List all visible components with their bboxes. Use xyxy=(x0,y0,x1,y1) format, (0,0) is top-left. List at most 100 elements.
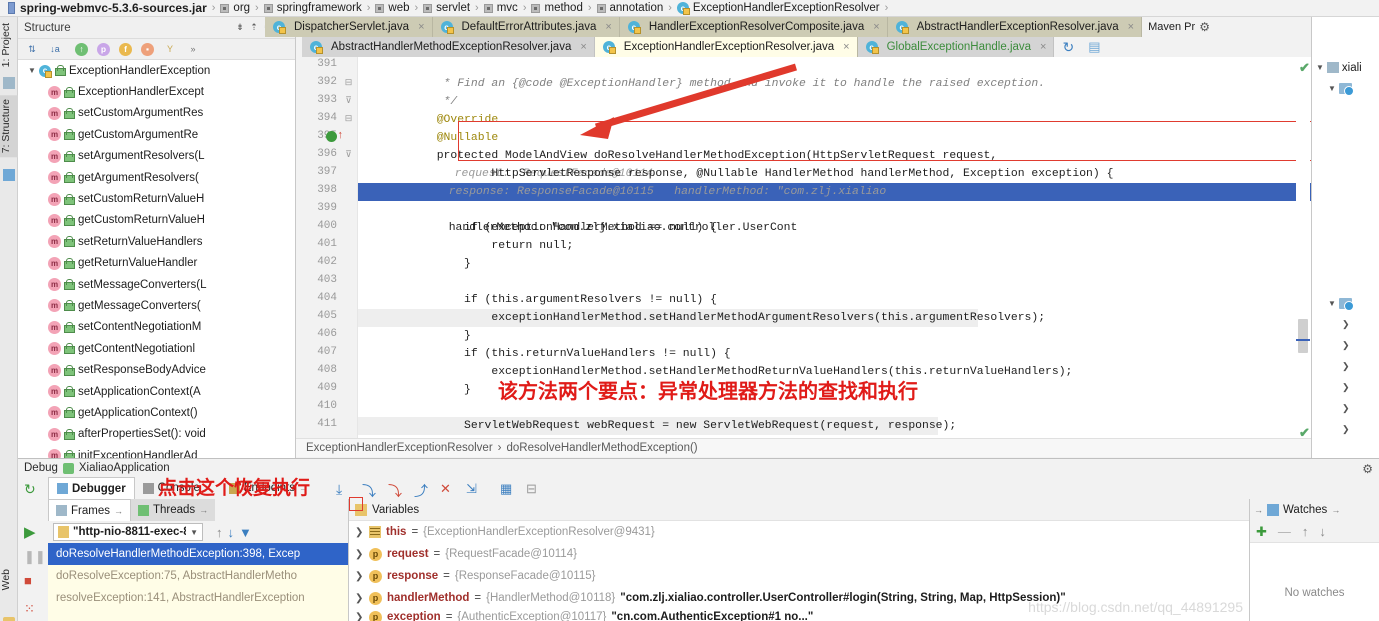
force-step-into-button[interactable]: ⤴ xyxy=(414,481,429,499)
chevron-right-icon[interactable]: ❯ xyxy=(355,571,364,582)
maven-tree-node[interactable]: ▼ xyxy=(1312,78,1379,99)
add-maven-project-icon[interactable]: ▤ xyxy=(1088,39,1100,55)
tab-threads[interactable]: Threads → xyxy=(130,499,216,521)
editor-tab-defaulterrorattributes[interactable]: c DefaultErrorAttributes.java × xyxy=(432,17,620,37)
method-run-gutter-icon[interactable] xyxy=(326,131,337,142)
breadcrumb-item-method[interactable]: method xyxy=(528,0,585,17)
run-to-cursor-button[interactable]: ⇲ xyxy=(466,481,481,496)
pin-icon[interactable]: → xyxy=(199,505,208,515)
stack-frame-row[interactable]: doResolveException:75, AbstractHandlerMe… xyxy=(48,565,348,587)
close-icon[interactable]: × xyxy=(1040,41,1046,53)
sort-alphabetically-icon[interactable]: ↓a xyxy=(48,42,62,56)
tree-node-method[interactable]: m getReturnValueHandler xyxy=(18,253,295,274)
tree-node-method[interactable]: m getContentNegotiationl xyxy=(18,338,295,359)
tree-node-method[interactable]: m setCustomArgumentRes xyxy=(18,103,295,124)
show-fields-icon[interactable]: f xyxy=(119,42,132,56)
move-up-icon[interactable]: ↑ xyxy=(1302,524,1309,539)
breadcrumb-item-annotation[interactable]: annotation xyxy=(594,0,667,17)
breadcrumb-item-springframework[interactable]: springframework xyxy=(261,0,365,17)
show-inherited-icon[interactable]: ↑ xyxy=(75,42,88,56)
pin-icon[interactable]: → xyxy=(114,506,123,516)
tree-node-root[interactable]: ▼ c ExceptionHandlerException xyxy=(18,60,295,81)
tree-node-method[interactable]: m setResponseBodyAdvice xyxy=(18,359,295,380)
tab-debugger[interactable]: Debugger xyxy=(48,477,135,499)
tab-frames[interactable]: Frames → xyxy=(48,499,131,521)
maven-tree-node[interactable]: ❯ xyxy=(1312,335,1379,356)
chevron-down-icon[interactable]: ▼ xyxy=(1328,299,1336,308)
chevron-right-icon[interactable]: ❯ xyxy=(1342,361,1350,372)
gear-icon[interactable]: ⚙ xyxy=(1362,462,1373,476)
fold-icon[interactable]: ⊽ xyxy=(343,149,354,160)
maven-tree[interactable]: ▼ xiali ▼ ▼ ❯ ❯ ❯ ❯ ❯ ❯ xyxy=(1312,57,1379,458)
thread-selector-dropdown[interactable]: "http-nio-8811-exec-8"... ▼ xyxy=(53,523,203,541)
variable-row[interactable]: ❯ p request = {RequestFacade@10114} xyxy=(349,543,1249,565)
tree-node-method[interactable]: m getArgumentResolvers( xyxy=(18,167,295,188)
variable-row[interactable]: ❯ p response = {ResponseFacade@10115} xyxy=(349,565,1249,587)
pin-icon[interactable]: → xyxy=(1331,505,1340,515)
maven-tree-node[interactable]: ❯ xyxy=(1312,398,1379,419)
filter-icon[interactable]: ▼ xyxy=(239,525,252,540)
evaluate-expression-button[interactable]: ▦ xyxy=(500,481,515,496)
tree-node-method[interactable]: m getMessageConverters( xyxy=(18,295,295,316)
step-into-button[interactable]: ⤵ xyxy=(388,481,403,499)
breadcrumb-method[interactable]: doResolveHandlerMethodException() xyxy=(507,442,698,454)
breadcrumb-item-mvc[interactable]: mvc xyxy=(481,0,521,17)
chevron-right-icon[interactable]: ❯ xyxy=(355,612,364,621)
show-execution-point-button[interactable]: ⤓ xyxy=(336,481,351,497)
remove-watch-icon[interactable]: — xyxy=(1278,524,1291,539)
maven-tree-root[interactable]: ▼ xiali xyxy=(1312,57,1379,78)
maven-tree-node[interactable]: ❯ xyxy=(1312,377,1379,398)
maven-tree-node[interactable]: ❯ xyxy=(1312,419,1379,440)
close-icon[interactable]: × xyxy=(580,41,586,53)
breadcrumb-item-servlet[interactable]: servlet xyxy=(420,0,473,17)
editor-gutter[interactable]: 391 392 393 394 395 396 397 398 399 400 … xyxy=(296,57,358,438)
editor-tab-abstracthandlerexceptionresolver[interactable]: c AbstractHandlerExceptionResolver.java … xyxy=(887,17,1143,37)
tree-node-method[interactable]: m setReturnValueHandlers xyxy=(18,231,295,252)
show-non-public-icon[interactable]: ▪ xyxy=(141,42,154,56)
move-down-icon[interactable]: ↓ xyxy=(228,525,235,540)
show-properties-icon[interactable]: p xyxy=(97,42,110,56)
sidebar-item-project[interactable]: 1: Project xyxy=(0,19,18,71)
chevron-right-icon[interactable]: ❯ xyxy=(355,527,364,538)
step-out-button[interactable]: ✕ xyxy=(440,481,455,496)
fold-icon[interactable]: ⊟ xyxy=(343,113,354,124)
chevron-right-icon[interactable]: ❯ xyxy=(1342,319,1350,330)
stop-button[interactable]: ■ xyxy=(24,573,42,591)
maven-tree-node[interactable]: ❯ xyxy=(1312,356,1379,377)
pause-program-button[interactable]: ❚❚ xyxy=(24,549,46,567)
expand-all-icon[interactable]: ⇟ xyxy=(233,21,247,35)
view-breakpoints-button[interactable]: ⁙ xyxy=(24,601,42,619)
tree-node-method[interactable]: m setApplicationContext(A xyxy=(18,381,295,402)
breadcrumb-item-class[interactable]: c ExceptionHandlerExceptionResolver xyxy=(674,0,883,17)
editor-tab-globalexceptionhandle[interactable]: c GlobalExceptionHandle.java × xyxy=(857,37,1055,57)
tree-node-method[interactable]: m getCustomReturnValueH xyxy=(18,210,295,231)
breadcrumb-item-web[interactable]: web xyxy=(372,0,412,17)
tree-node-method[interactable]: m setMessageConverters(L xyxy=(18,274,295,295)
tree-node-method[interactable]: m getCustomArgumentRe xyxy=(18,124,295,145)
fold-icon[interactable]: ⊽ xyxy=(343,95,354,106)
override-marker-icon[interactable]: ↑ xyxy=(338,129,344,141)
rerun-button[interactable]: ↻ xyxy=(24,481,42,499)
gear-icon[interactable]: ⚙ xyxy=(1199,20,1210,34)
close-icon[interactable]: × xyxy=(605,21,611,33)
chevron-down-icon[interactable]: ▼ xyxy=(1316,63,1324,72)
editor-tab-handlerexceptionresolvercomposite[interactable]: c HandlerExceptionResolverComposite.java… xyxy=(619,17,888,37)
chevron-right-icon[interactable]: ❯ xyxy=(1342,424,1350,435)
chevron-right-icon[interactable]: ❯ xyxy=(1342,340,1350,351)
stack-frame-row[interactable]: resolveException:141, AbstractHandlerExc… xyxy=(48,587,348,609)
move-up-icon[interactable]: ↑ xyxy=(216,525,223,540)
chevron-down-icon[interactable]: ▼ xyxy=(190,528,198,537)
move-down-icon[interactable]: ↓ xyxy=(1319,524,1326,539)
chevron-right-icon[interactable]: ❯ xyxy=(355,593,364,604)
chevron-right-icon[interactable]: ❯ xyxy=(1342,382,1350,393)
chevron-down-icon[interactable]: ▼ xyxy=(1328,84,1336,93)
frames-stack-list[interactable]: doResolveHandlerMethodException:398, Exc… xyxy=(48,543,348,621)
tree-node-method[interactable]: m afterPropertiesSet(): void xyxy=(18,424,295,445)
fold-icon[interactable]: ⊟ xyxy=(343,77,354,88)
reload-icon[interactable]: ↻ xyxy=(1062,39,1074,56)
sort-by-visibility-icon[interactable]: ⇅ xyxy=(25,42,39,56)
editor-tab-dispatcherservlet[interactable]: c DispatcherServlet.java × xyxy=(265,17,433,37)
close-icon[interactable]: × xyxy=(418,21,424,33)
maven-tree-node[interactable]: ▼ xyxy=(1312,293,1379,314)
variable-row[interactable]: ❯ this = {ExceptionHandlerExceptionResol… xyxy=(349,521,1249,543)
